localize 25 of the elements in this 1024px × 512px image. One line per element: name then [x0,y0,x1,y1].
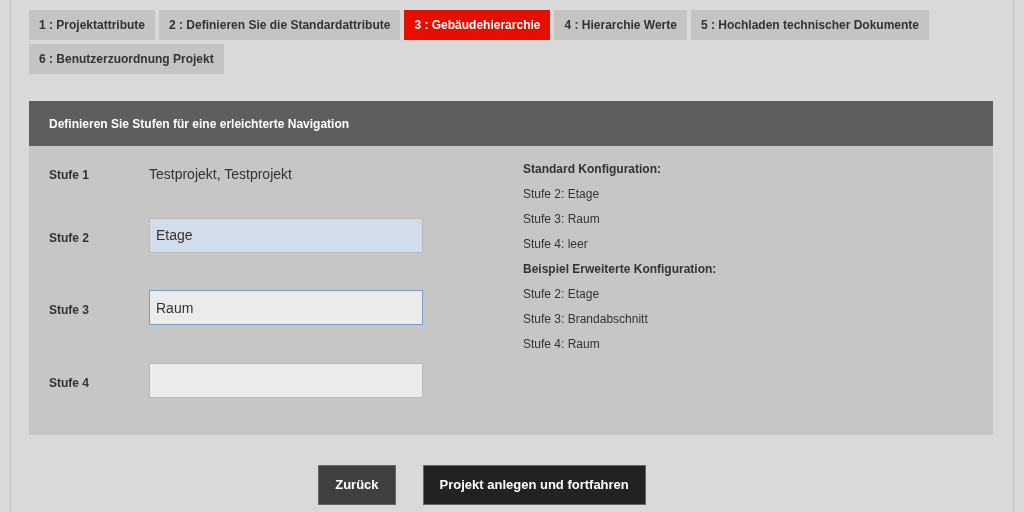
config-heading: Beispiel Erweiterte Konfiguration: [523,261,717,278]
config-line: Stufe 4: leer [523,236,589,253]
config-line: Stufe 2: Etage [523,286,601,303]
panel-title: Definieren Sie Stufen für eine erleichterte Navigation [49,115,350,133]
step-tab[interactable]: 6 : Benutzerzuordnung Projekt [29,44,224,74]
config-heading: Standard Konfiguration: [523,161,662,178]
level-input[interactable]: Raum [149,290,423,326]
level-value: Testprojekt, Testprojekt [149,165,292,184]
config-line: Stufe 2: Etage [523,186,601,203]
config-line: Stufe 3: Brandabschnitt [523,311,649,328]
continue-button[interactable]: Projekt anlegen und fortfahren [422,465,646,505]
level-label: Stufe 4 [49,374,90,392]
step-tab[interactable]: 3 : Gebäudehierarchie [404,10,551,40]
level-input[interactable] [149,362,423,398]
config-line: Stufe 4: Raum [523,336,601,353]
step-tab[interactable]: 1 : Projektattribute [29,10,156,40]
back-button[interactable]: Zurück [318,465,396,505]
level-label: Stufe 1 [49,167,90,184]
step-tab[interactable]: 5 : Hochladen technischer Dokumente [690,10,930,40]
step-tab[interactable]: 4 : Hierarchie Werte [554,10,687,40]
step-tab[interactable]: 2 : Definieren Sie die Standardattribute [159,10,401,40]
level-input[interactable]: Etage [149,217,423,253]
level-label: Stufe 3 [49,302,90,320]
level-label: Stufe 2 [49,229,90,247]
config-line: Stufe 3: Raum [523,211,601,228]
